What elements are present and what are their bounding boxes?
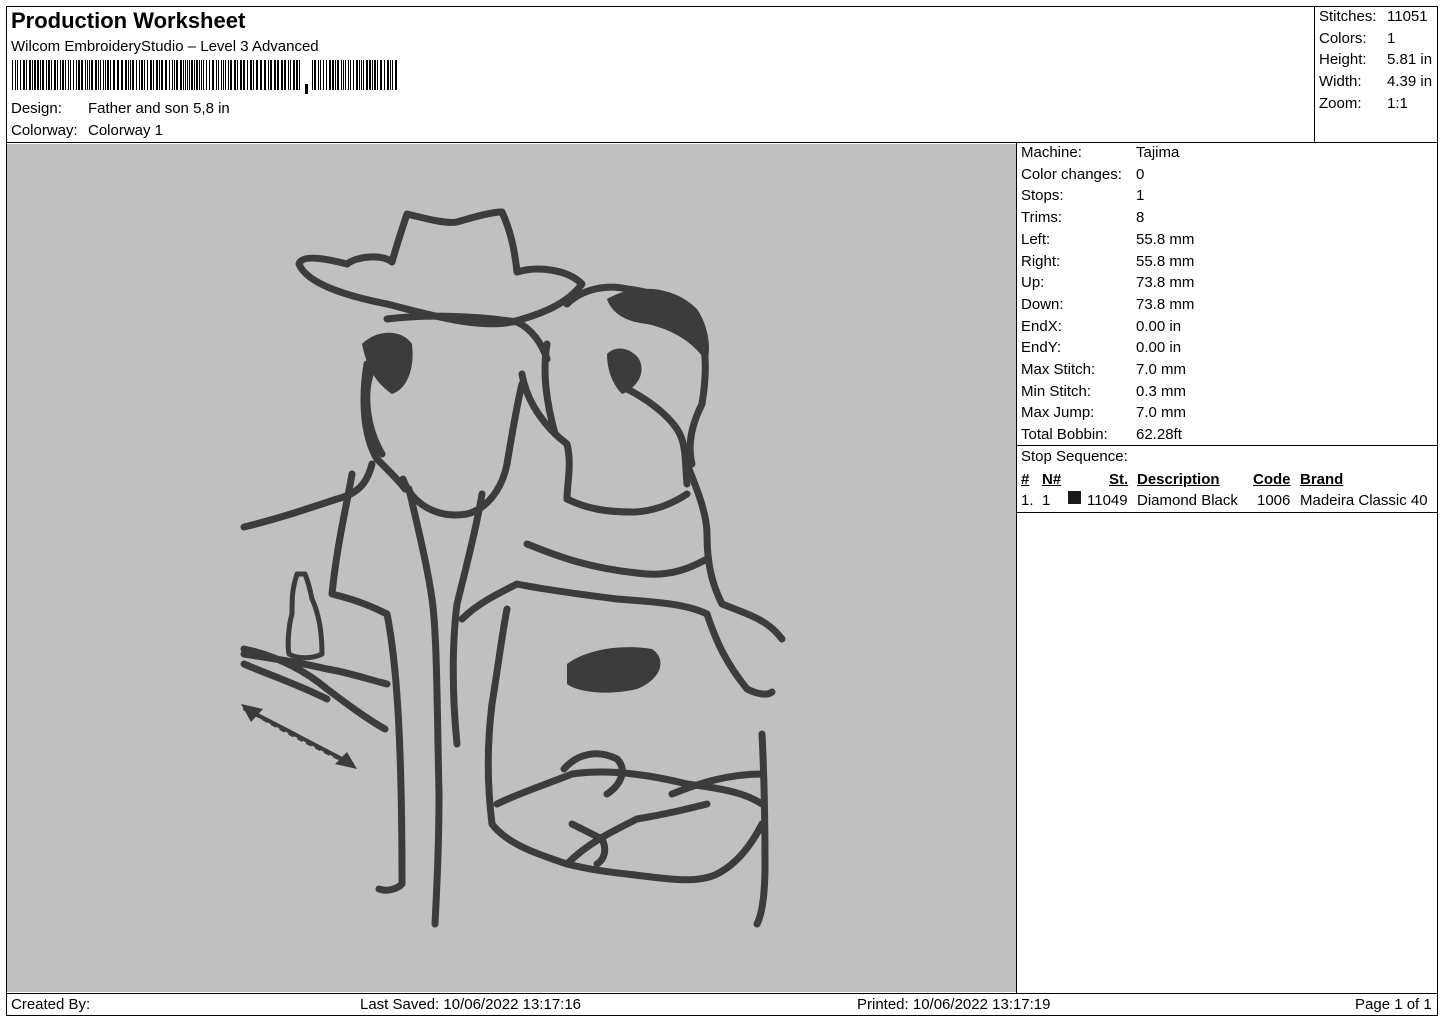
- created-by: Created By:: [11, 996, 91, 1013]
- col-header-n: N#: [1042, 471, 1062, 488]
- stop-sequence-divider-bottom: [1016, 512, 1438, 513]
- colorway-label: Colorway:: [11, 122, 78, 139]
- page-number: Page 1 of 1: [1355, 996, 1432, 1013]
- machine-info-label: Stops:: [1021, 187, 1064, 205]
- machine-info-value: 0.00 in: [1136, 339, 1182, 357]
- row-num: 1.: [1021, 492, 1034, 509]
- machine-info-label: Max Jump:: [1021, 404, 1095, 422]
- machine-info-label: Trims:: [1021, 209, 1063, 227]
- stitches-value: 11051: [1387, 8, 1428, 25]
- barcode: [12, 60, 397, 94]
- design-value: Father and son 5,8 in: [88, 100, 230, 117]
- colorway-value: Colorway 1: [88, 122, 164, 139]
- machine-info-value: 55.8 mm: [1136, 230, 1195, 248]
- stitches-label: Stitches:: [1319, 8, 1377, 25]
- machine-info-value: 0.00 in: [1136, 317, 1182, 335]
- machine-info-value: 0: [1136, 165, 1145, 183]
- footer-divider: [6, 993, 1438, 994]
- colors-label: Colors:: [1319, 30, 1367, 47]
- machine-info-label: Total Bobbin:: [1021, 426, 1108, 444]
- machine-info-label: Up:: [1021, 274, 1045, 292]
- machine-info-label: Down:: [1021, 295, 1064, 313]
- col-header-description: Description: [1137, 471, 1220, 488]
- stop-sequence-title: Stop Sequence:: [1021, 448, 1128, 465]
- width-value: 4.39 in: [1387, 73, 1433, 90]
- col-header-brand: Brand: [1300, 471, 1344, 488]
- machine-info-label: Right:: [1021, 252, 1061, 270]
- software-name: Wilcom EmbroideryStudio – Level 3 Advanc…: [11, 38, 319, 55]
- machine-info-value: 8: [1136, 209, 1145, 227]
- machine-info-label: Max Stitch:: [1021, 361, 1096, 378]
- height-label: Height:: [1319, 51, 1367, 68]
- zoom-label: Zoom:: [1319, 95, 1362, 112]
- machine-info-value: 7.0 mm: [1136, 361, 1187, 378]
- machine-info-value: 1: [1136, 187, 1145, 205]
- machine-info-label: Left:: [1021, 230, 1051, 248]
- machine-info-label: Min Stitch:: [1021, 382, 1092, 400]
- machine-info-label: Color changes:: [1021, 165, 1122, 183]
- design-preview: [7, 144, 1016, 992]
- row-brand: Madeira Classic 40: [1300, 492, 1428, 509]
- summary-divider: [1314, 6, 1315, 142]
- col-header-num: #: [1021, 471, 1030, 488]
- machine-info-value: 0.3 mm: [1136, 382, 1187, 400]
- thread-color-swatch: [1068, 491, 1081, 504]
- printed-date: Printed: 10/06/2022 13:17:19: [857, 996, 1051, 1013]
- header-divider: [6, 142, 1438, 143]
- page-title: Production Worksheet: [11, 8, 246, 33]
- stop-sequence-divider-top: [1016, 445, 1438, 446]
- embroidery-design-drawing: [240, 208, 786, 928]
- machine-info-value: 62.28ft: [1136, 426, 1182, 444]
- last-saved: Last Saved: 10/06/2022 13:17:16: [360, 996, 582, 1013]
- height-value: 5.81 in: [1387, 51, 1433, 68]
- zoom-value: 1:1: [1387, 95, 1408, 112]
- machine-info-label: Machine:: [1021, 144, 1082, 161]
- machine-info-label: EndX:: [1021, 317, 1062, 335]
- machine-info-value: Tajima: [1136, 144, 1180, 161]
- width-label: Width:: [1319, 73, 1362, 90]
- machine-info-value: 55.8 mm: [1136, 252, 1195, 270]
- row-stitches: 11049: [1087, 492, 1128, 509]
- row-description: Diamond Black: [1137, 492, 1238, 509]
- col-header-code: Code: [1253, 471, 1291, 488]
- col-header-st: St.: [1109, 471, 1129, 488]
- machine-info-value: 73.8 mm: [1136, 274, 1195, 292]
- design-label: Design:: [11, 100, 62, 117]
- machine-info-value: 73.8 mm: [1136, 295, 1195, 313]
- row-n: 1: [1042, 492, 1051, 509]
- colors-value: 1: [1387, 30, 1396, 47]
- machine-info-value: 7.0 mm: [1136, 404, 1187, 422]
- panel-divider: [1016, 142, 1017, 993]
- machine-info-label: EndY:: [1021, 339, 1062, 357]
- row-code: 1006: [1257, 492, 1291, 509]
